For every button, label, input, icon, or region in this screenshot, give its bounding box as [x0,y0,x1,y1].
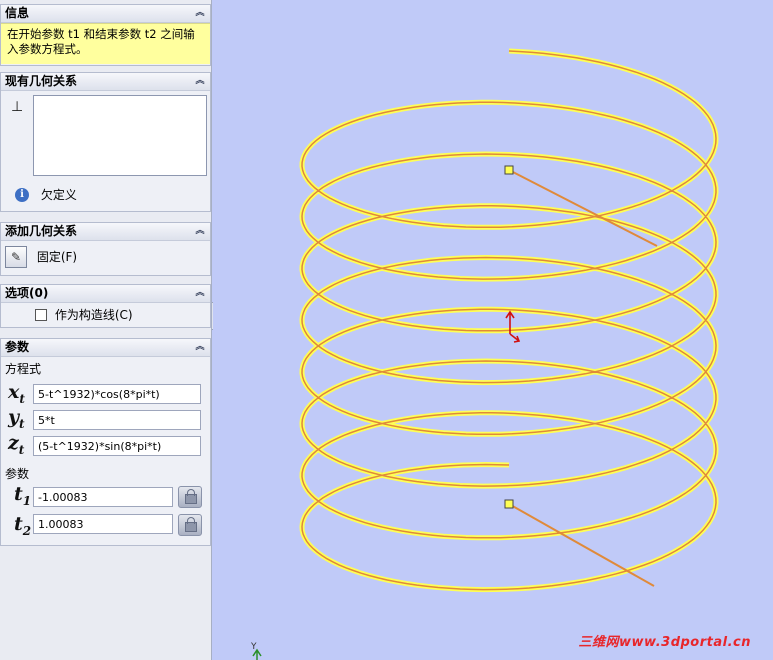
parameters-header[interactable]: 参数 ︽ [1,339,210,357]
add-relations-header[interactable]: 添加几何关系 ︽ [1,223,210,241]
message-title: 信息 [5,6,30,20]
z-equation-input[interactable]: (5-t^1932)*sin(8*pi*t) [33,436,201,456]
message-section: 信息 ︽ 在开始参数 t1 和结束参数 t2 之间输入参数方程式。 [0,4,211,66]
equation-label: 方程式 [5,362,42,376]
add-relations-title: 添加几何关系 [5,224,78,238]
origin-arrow-icon [505,310,521,343]
collapse-icon[interactable]: ︽ [194,75,206,87]
collapse-icon[interactable]: ︽ [194,341,206,353]
existing-relations-title: 现有几何关系 [5,74,78,88]
helix-drawing[interactable] [213,0,773,660]
options-title: 选项(0) [5,286,49,300]
t1-symbol: t1 [14,483,32,508]
fix-label: 固定(F) [36,249,78,264]
end-point-marker [504,499,514,509]
lock-icon[interactable] [178,486,202,508]
existing-relations-section: 现有几何关系 ︽ ⊥ i 欠定义 [0,72,211,212]
fix-icon[interactable]: ✎ [5,245,27,268]
params-label: 参数 [5,467,30,481]
perpendicular-icon: ⊥ [11,99,24,115]
construction-checkbox[interactable] [35,308,47,321]
graphics-viewport[interactable]: Y 三维网www.3dportal.cn [213,0,773,660]
options-header[interactable]: 选项(0) ︽ [1,285,210,303]
t2-input[interactable]: 1.00083 [33,514,173,534]
definition-status-label: 欠定义 [40,187,77,202]
info-icon: i [15,187,29,202]
collapse-icon[interactable]: ︽ [194,7,206,19]
x-equation-input[interactable]: 5-t^1932)*cos(8*pi*t) [33,384,201,404]
y-equation-input[interactable]: 5*t [33,410,201,430]
lock-icon[interactable] [178,514,202,536]
add-relations-section: 添加几何关系 ︽ ✎ 固定(F) [0,222,211,276]
construction-option[interactable]: 作为构造线(C) [35,306,133,322]
existing-relations-header[interactable]: 现有几何关系 ︽ [1,73,210,91]
collapse-icon[interactable]: ︽ [194,225,206,237]
x-symbol: xt [8,381,25,406]
message-text: 在开始参数 t1 和结束参数 t2 之间输入参数方程式。 [1,23,210,64]
parameters-title: 参数 [5,340,30,354]
t1-input[interactable]: -1.00083 [33,487,173,507]
construction-label: 作为构造线(C) [54,307,133,322]
relations-list[interactable] [33,95,207,176]
message-header[interactable]: 信息 ︽ [1,5,210,23]
definition-status: i 欠定义 [15,185,77,203]
fix-relation-row[interactable]: ✎ 固定(F) [5,245,78,268]
y-symbol: yt [8,406,25,431]
t2-symbol: t2 [14,513,32,538]
watermark-text: 三维网www.3dportal.cn [578,635,751,650]
property-manager: 信息 ︽ 在开始参数 t1 和结束参数 t2 之间输入参数方程式。 现有几何关系… [0,0,212,660]
start-point-marker [504,165,514,175]
z-symbol: zt [8,432,25,457]
options-section: 选项(0) ︽ 作为构造线(C) [0,284,211,328]
collapse-icon[interactable]: ︽ [194,287,206,299]
triad-y-label: Y [251,642,257,652]
parameters-section: 参数 ︽ 方程式 xt 5-t^1932)*cos(8*pi*t) yt 5*t… [0,338,211,546]
